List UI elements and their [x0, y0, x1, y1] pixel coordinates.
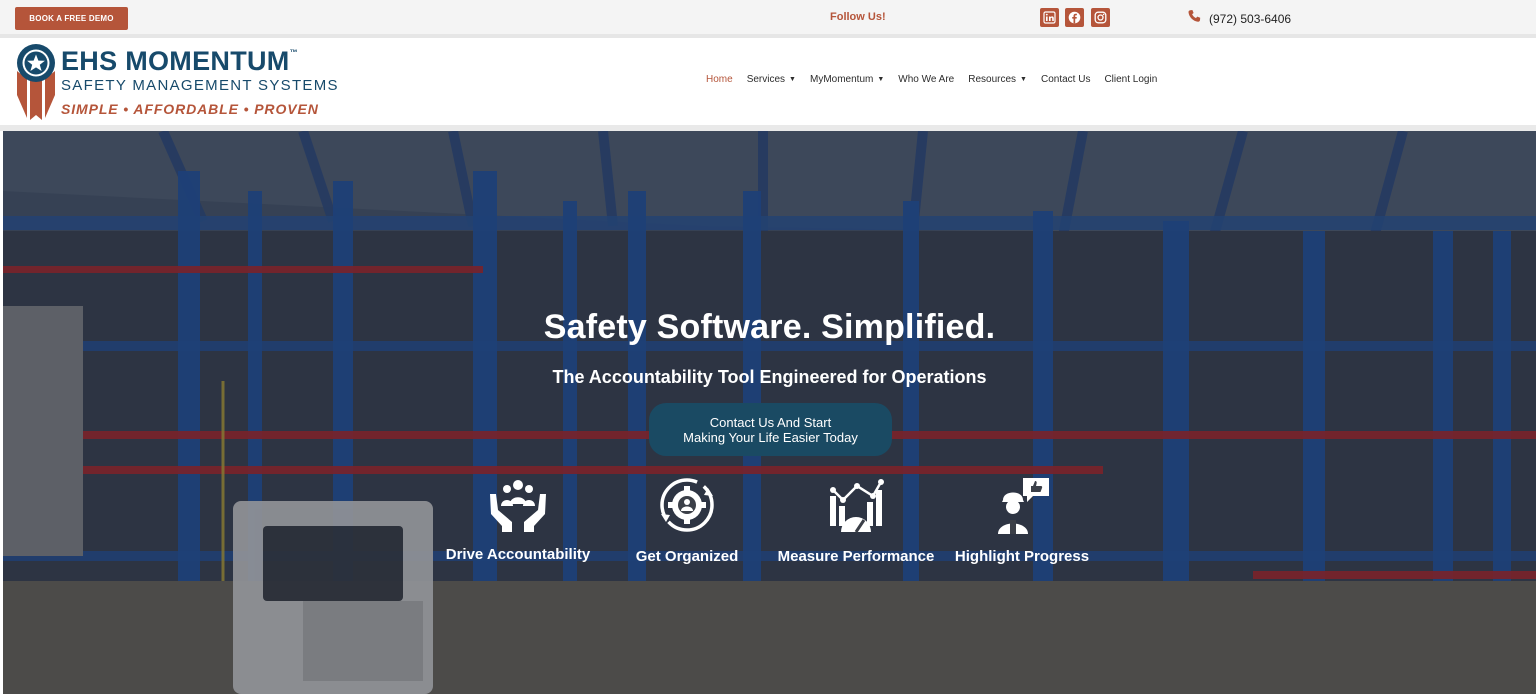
caret-down-icon: ▼: [789, 76, 796, 83]
caret-down-icon: ▼: [877, 76, 885, 83]
nav-item-services[interactable]: Services ▼: [747, 74, 796, 85]
logo-title: EHS MOMENTUM™: [61, 46, 298, 76]
hero-section: Safety Software. Simplified. The Account…: [3, 131, 1536, 694]
feature-label: Drive Accountability: [445, 546, 591, 563]
logo-tagline: SIMPLE • AFFORDABLE • PROVEN: [61, 101, 319, 117]
feature-label: Measure Performance: [777, 548, 935, 565]
nav-item-home[interactable]: Home: [706, 74, 733, 85]
nav-item-mymomentum[interactable]: MyMomentum ▼: [810, 74, 884, 85]
nav-item-contact-us[interactable]: Contact Us: [1041, 74, 1090, 85]
feature-measure-performance: Measure Performance: [771, 476, 941, 565]
caret-down-icon: ▼: [1020, 76, 1027, 83]
worker-thumbs-up-icon: [998, 478, 1049, 534]
hands-team-icon: [490, 480, 546, 532]
feature-highlight-progress: Highlight Progress: [937, 476, 1107, 565]
nav-item-who-we-are[interactable]: Who We Are: [898, 74, 954, 85]
cta-line-1: Contact Us And Start: [709, 414, 832, 430]
linkedin-icon[interactable]: [1040, 8, 1059, 27]
feature-drive-accountability: Drive Accountability: [433, 476, 603, 563]
hero-title: Safety Software. Simplified.: [543, 308, 996, 346]
top-bar: BOOK A FREE DEMO Follow Us! (972) 503-64…: [0, 0, 1536, 34]
cta-line-2: Making Your Life Easier Today: [683, 429, 858, 445]
main-nav: Home Services ▼ MyMomentum ▼ Who We Are Re…: [706, 74, 1171, 85]
feature-get-organized: Get Organized: [602, 476, 772, 565]
nav-item-resources[interactable]: Resources ▼: [968, 74, 1027, 85]
site-header: EHS MOMENTUM™ SAFETY MANAGEMENT SYSTEMS …: [0, 38, 1536, 125]
phone-contact[interactable]: (972) 503-6406: [1187, 9, 1291, 29]
hero-subtitle: The Accountability Tool Engineered for O…: [552, 367, 987, 387]
feature-label: Get Organized: [635, 548, 739, 565]
feature-label: Highlight Progress: [954, 548, 1090, 565]
logo-subtitle: SAFETY MANAGEMENT SYSTEMS: [61, 77, 339, 94]
gear-cycle-icon: [660, 478, 714, 532]
nav-item-client-login[interactable]: Client Login: [1104, 74, 1157, 85]
follow-us-label: Follow Us!: [830, 11, 886, 23]
facebook-icon[interactable]: [1065, 8, 1084, 27]
shield-star-icon: [17, 44, 55, 120]
contact-us-cta-button[interactable]: Contact Us And Start Making Your Life Ea…: [649, 403, 892, 456]
phone-number[interactable]: (972) 503-6406: [1209, 12, 1291, 26]
logo[interactable]: EHS MOMENTUM™ SAFETY MANAGEMENT SYSTEMS …: [14, 43, 344, 123]
phone-icon: [1187, 9, 1202, 29]
instagram-icon[interactable]: [1091, 8, 1110, 27]
chart-gauge-icon: [830, 479, 884, 533]
book-demo-button[interactable]: BOOK A FREE DEMO: [15, 7, 128, 30]
